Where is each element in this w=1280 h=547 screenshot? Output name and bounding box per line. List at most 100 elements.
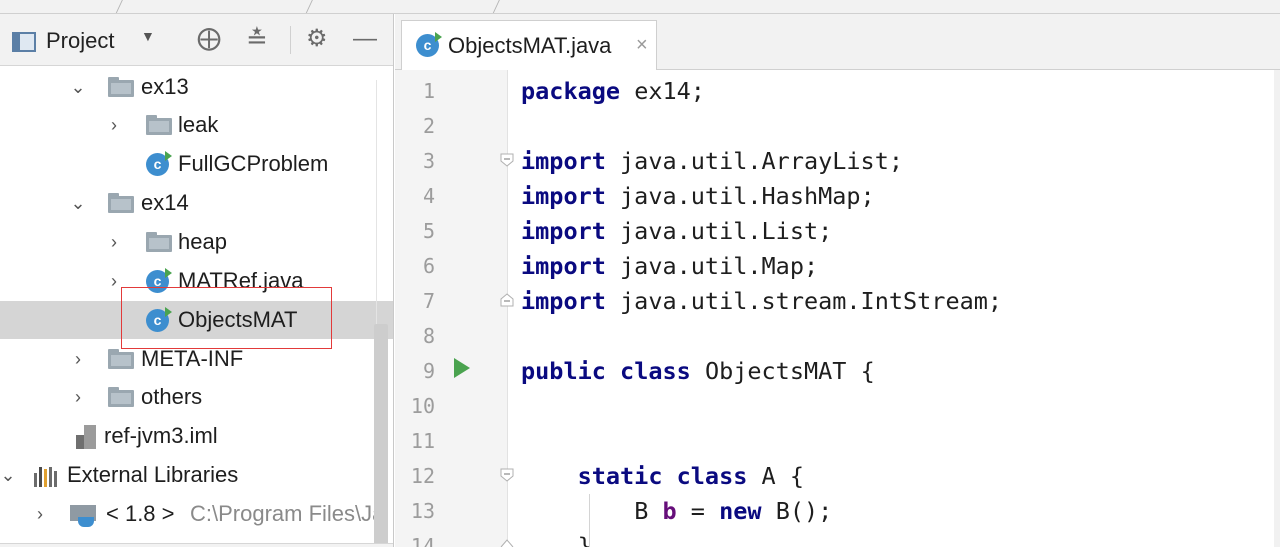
fold-marker-icon[interactable] xyxy=(499,292,515,308)
editor-tab-bar: c ObjectsMAT.java × xyxy=(395,14,1280,70)
tree-item-label: leak xyxy=(178,112,219,137)
code-keyword: class xyxy=(620,357,691,385)
tree-item-fullgcproblem[interactable]: c FullGCProblem xyxy=(0,145,393,183)
tree-item-label: FullGCProblem xyxy=(178,151,329,176)
tree-item-label: External Libraries xyxy=(67,462,239,487)
code-keyword: public xyxy=(521,357,606,385)
code-text: = xyxy=(676,497,720,525)
tree-item-leak[interactable]: › leak xyxy=(0,106,393,144)
code-line[interactable]: import java.util.HashMap; xyxy=(521,179,875,214)
close-icon[interactable]: × xyxy=(636,34,648,57)
tree-item-ex14[interactable]: ⌄ ex14 xyxy=(0,184,393,222)
code-line[interactable]: package ex14; xyxy=(521,74,705,109)
code-line[interactable]: public class ObjectsMAT { xyxy=(521,354,875,389)
jdk-icon xyxy=(70,503,100,529)
chevron-down-icon[interactable]: ▼ xyxy=(141,28,155,44)
tree-item-label: ref-jvm3.iml xyxy=(104,423,218,448)
code-text: java.util.List; xyxy=(605,217,833,245)
line-number: 14 xyxy=(410,534,435,547)
java-class-icon: c xyxy=(146,268,172,293)
code-keyword: import xyxy=(521,217,606,245)
tree-item-ref-jvm3-iml[interactable]: ref-jvm3.iml xyxy=(0,417,393,455)
chevron-right-icon[interactable]: › xyxy=(30,495,50,533)
chevron-right-icon[interactable]: › xyxy=(104,223,124,261)
line-number: 5 xyxy=(422,219,435,243)
indent-guide xyxy=(589,494,590,547)
tree-item-meta-inf[interactable]: › META-INF xyxy=(0,340,393,378)
tab-label: ObjectsMAT.java xyxy=(448,33,612,58)
code-keyword: import xyxy=(521,147,606,175)
code-line[interactable]: import java.util.ArrayList; xyxy=(521,144,903,179)
code-text: ObjectsMAT { xyxy=(690,357,875,385)
navigation-bar xyxy=(0,0,1280,14)
locate-icon[interactable]: ⨁ xyxy=(197,24,221,54)
chevron-right-icon[interactable]: › xyxy=(68,340,88,378)
gear-icon[interactable]: ⚙ xyxy=(306,24,328,54)
chevron-right-icon[interactable]: › xyxy=(104,262,124,300)
java-class-icon: c xyxy=(146,151,172,176)
tree-item-objectsmat[interactable]: c ObjectsMAT xyxy=(0,301,393,339)
module-file-icon xyxy=(76,423,98,449)
line-number: 9 xyxy=(422,359,435,383)
tree-item-matref[interactable]: › c MATRef.java xyxy=(0,262,393,300)
tree-item-label: others xyxy=(141,384,203,409)
chevron-down-icon[interactable]: ⌄ xyxy=(68,184,88,222)
tree-item-others[interactable]: › others xyxy=(0,378,393,416)
tab-objectsmat-java[interactable]: c ObjectsMAT.java × xyxy=(401,20,657,70)
code-line[interactable]: import java.util.List; xyxy=(521,214,832,249)
code-keyword: import xyxy=(521,252,606,280)
tree-item-label: < 1.8 > xyxy=(106,501,175,526)
tree-item-label: ex13 xyxy=(141,74,189,99)
code-text: B(); xyxy=(761,497,833,525)
code-keyword: package xyxy=(521,77,621,105)
code-keyword: class xyxy=(676,462,748,490)
folder-icon xyxy=(108,77,134,97)
tree-item-label: ObjectsMAT xyxy=(178,307,298,332)
line-number: 2 xyxy=(422,114,435,138)
chevron-down-icon[interactable]: ⌄ xyxy=(68,68,88,106)
line-number: 8 xyxy=(422,324,435,348)
fold-marker-icon[interactable] xyxy=(499,152,515,168)
hide-icon[interactable]: — xyxy=(353,24,377,54)
editor-scrollbar[interactable] xyxy=(1274,70,1280,547)
code-keyword: import xyxy=(521,182,606,210)
fold-marker-icon[interactable] xyxy=(499,537,515,547)
line-number: 11 xyxy=(410,429,435,453)
line-number: 7 xyxy=(422,289,435,313)
folder-icon xyxy=(108,193,134,213)
tree-item-label: heap xyxy=(178,229,227,254)
code-line[interactable]: B b = new B(); xyxy=(521,494,832,529)
code-text: A { xyxy=(747,462,804,490)
chevron-right-icon[interactable]: › xyxy=(104,106,124,144)
chevron-right-icon[interactable]: › xyxy=(68,378,88,416)
folder-icon xyxy=(146,232,172,252)
tree-item-heap[interactable]: › heap xyxy=(0,223,393,261)
fold-marker-icon[interactable] xyxy=(499,467,515,483)
java-class-icon: c xyxy=(146,307,172,332)
breadcrumb-separator xyxy=(305,0,316,13)
code-line[interactable]: import java.util.Map; xyxy=(521,249,818,284)
breadcrumb-separator xyxy=(492,0,503,13)
tree-item-external-libraries[interactable]: ⌄ External Libraries xyxy=(0,456,393,494)
java-class-icon: c xyxy=(416,32,442,57)
collapse-all-icon[interactable]: ≛ xyxy=(246,24,268,54)
toolbar-divider xyxy=(290,26,291,54)
code-line[interactable]: static class A { xyxy=(521,459,804,494)
code-line[interactable]: import java.util.stream.IntStream; xyxy=(521,284,1002,319)
project-view-title[interactable]: Project xyxy=(46,28,114,54)
code-text: ex14; xyxy=(620,77,705,105)
tree-scrollbar[interactable] xyxy=(374,324,388,547)
run-icon[interactable] xyxy=(453,357,471,379)
tree-item-label: META-INF xyxy=(141,346,244,371)
libraries-icon xyxy=(34,465,58,487)
code-text: B xyxy=(634,497,663,525)
code-field: b xyxy=(662,497,677,525)
code-keyword: import xyxy=(521,287,606,315)
tree-item-jdk[interactable]: › < 1.8 > C:\Program Files\Ja xyxy=(0,495,393,533)
tree-item-ex13[interactable]: ⌄ ex13 xyxy=(0,68,393,106)
line-number: 10 xyxy=(410,394,435,418)
code-text: } xyxy=(521,532,592,547)
code-line[interactable]: } xyxy=(521,529,592,547)
chevron-down-icon[interactable]: ⌄ xyxy=(0,456,18,494)
